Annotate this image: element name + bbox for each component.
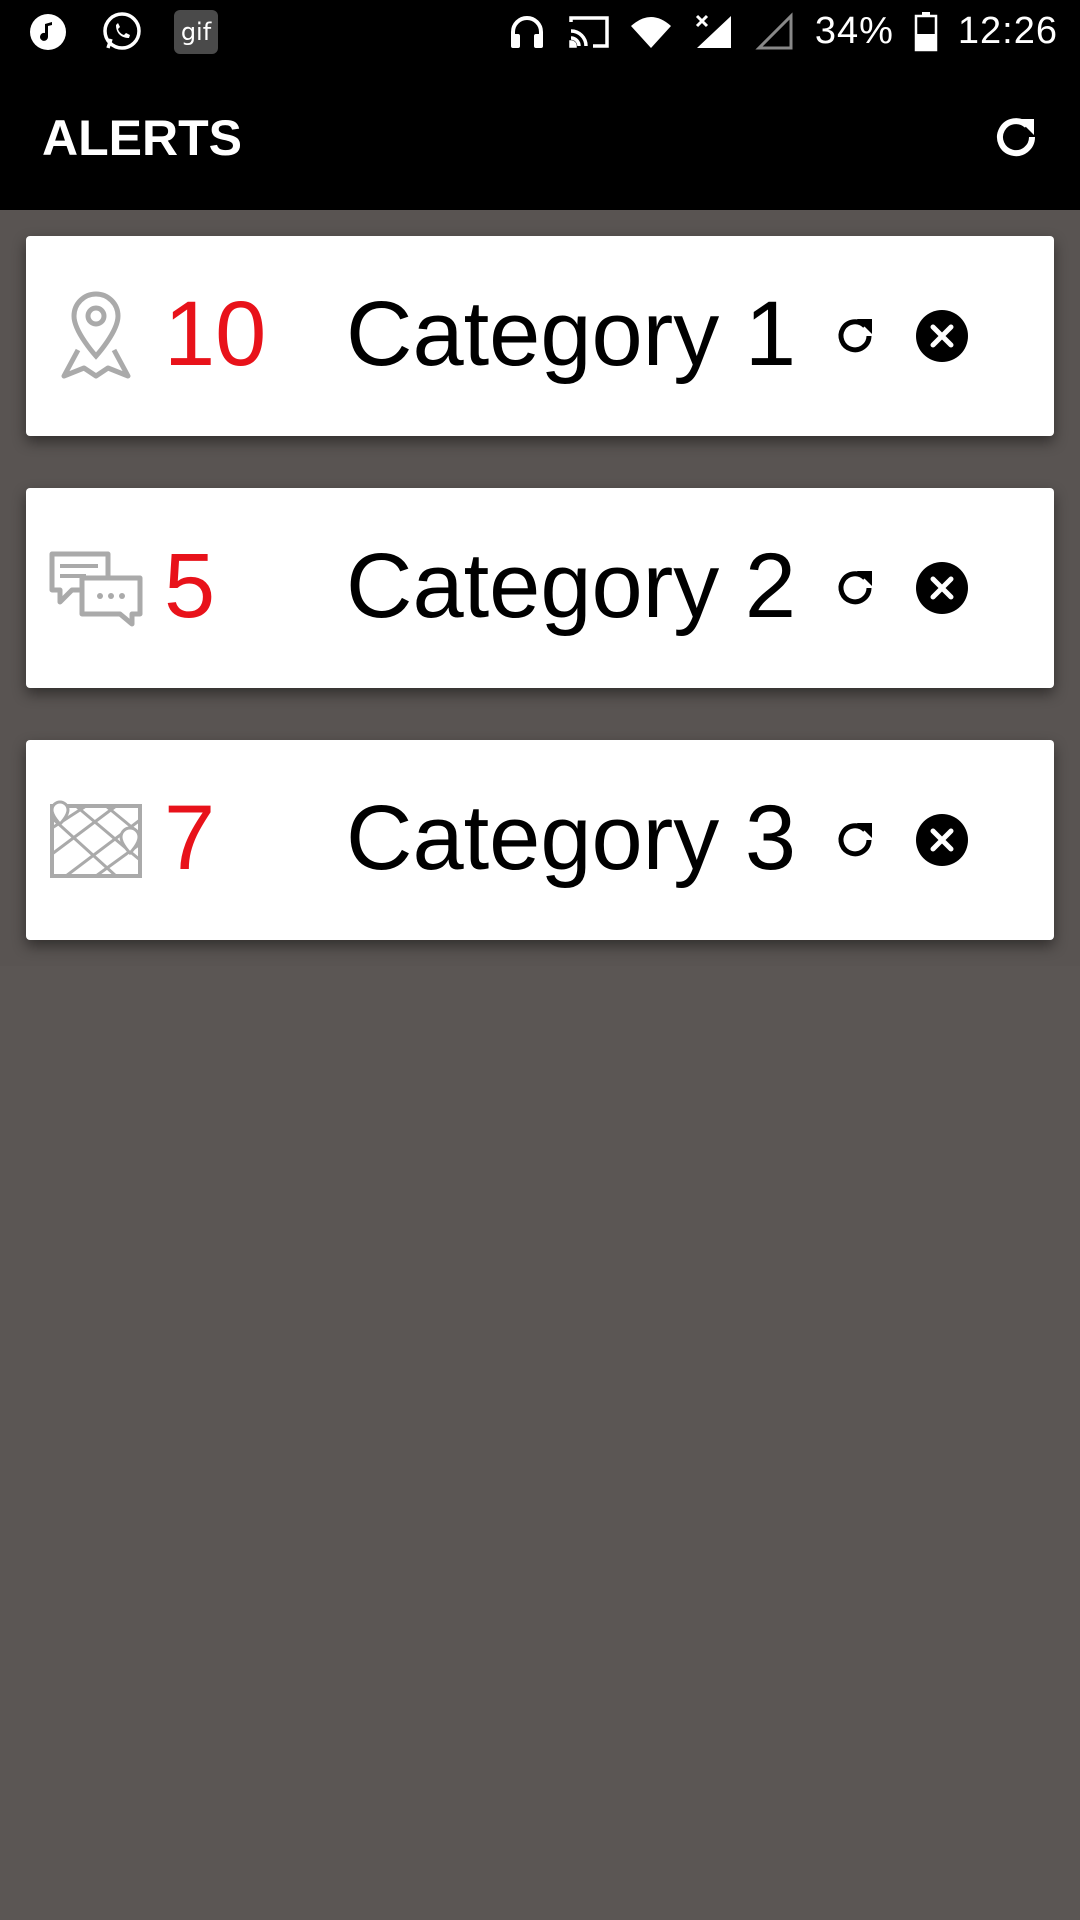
alert-dismiss-button[interactable] — [914, 812, 970, 868]
signal-empty-icon — [753, 10, 797, 54]
alert-card[interactable]: 5 Category 2 — [26, 488, 1054, 688]
alert-dismiss-button[interactable] — [914, 560, 970, 616]
wifi-icon — [629, 10, 673, 54]
alert-dismiss-button[interactable] — [914, 308, 970, 364]
alert-card[interactable]: 10 Category 1 — [26, 236, 1054, 436]
alerts-list: 10 Category 1 5 Category 2 7 Category 3 — [0, 210, 1080, 966]
alert-card[interactable]: 7 Category 3 — [26, 740, 1054, 940]
alert-count: 7 — [164, 787, 216, 889]
alert-category: Category 1 — [346, 283, 797, 385]
headphones-icon — [505, 10, 549, 54]
refresh-icon — [997, 118, 1036, 157]
gif-icon: gif — [174, 9, 218, 54]
map-pin-icon — [36, 276, 156, 396]
alert-category: Category 2 — [346, 535, 797, 637]
whatsapp-icon — [100, 10, 144, 54]
app-bar: ALERTS — [0, 63, 1080, 210]
refresh-button[interactable] — [986, 107, 1046, 167]
alert-count: 5 — [164, 535, 216, 637]
close-icon — [916, 310, 968, 362]
clock: 12:26 — [957, 10, 1058, 52]
chat-bubbles-icon — [36, 528, 156, 648]
status-bar-system: 34% 12:26 — [505, 0, 1058, 63]
battery-icon — [912, 10, 940, 54]
alert-refresh-button[interactable] — [830, 562, 882, 614]
map-grid-icon — [36, 780, 156, 900]
status-bar-notifications: gif — [26, 0, 218, 63]
music-note-icon — [26, 10, 70, 54]
refresh-icon — [838, 823, 872, 857]
battery-percent: 34% — [814, 10, 894, 52]
refresh-icon — [838, 571, 872, 605]
alert-refresh-button[interactable] — [830, 310, 882, 362]
status-bar: gif 34% 12:26 — [0, 0, 1080, 63]
alert-category: Category 3 — [346, 787, 797, 889]
signal-icon — [691, 10, 735, 54]
alert-count: 10 — [164, 283, 267, 385]
refresh-icon — [838, 319, 872, 353]
cast-icon — [567, 10, 611, 54]
gif-label: gif — [180, 17, 212, 46]
close-icon — [916, 562, 968, 614]
close-icon — [916, 814, 968, 866]
page-title: ALERTS — [42, 110, 242, 166]
alert-refresh-button[interactable] — [830, 814, 882, 866]
